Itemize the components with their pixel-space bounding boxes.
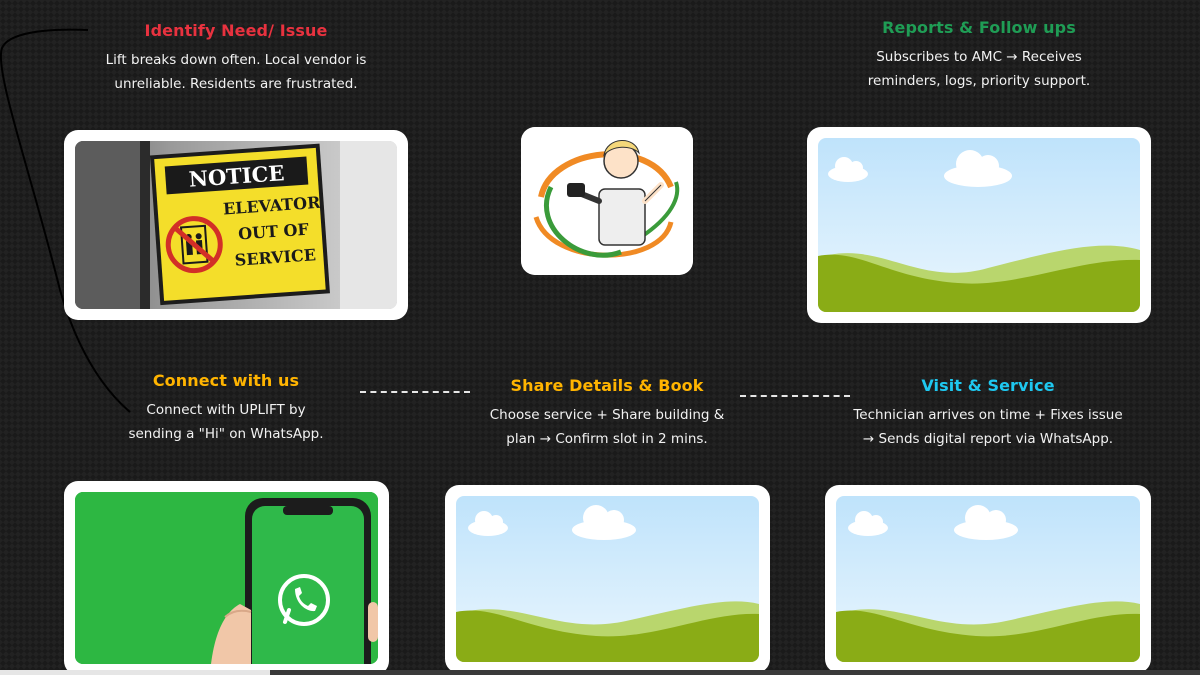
- step-reports-description: Subscribes to AMC → Receives reminders, …: [814, 45, 1144, 93]
- whatsapp-phone-image: [75, 492, 378, 664]
- step-identify-desc-line2: unreliable. Residents are frustrated.: [114, 76, 358, 92]
- step-connect-desc-line2: sending a "Hi" on WhatsApp.: [128, 426, 324, 442]
- share-details-placeholder-image-card: [445, 485, 770, 673]
- frustrated-person-illustration-card: [521, 127, 693, 275]
- elevator-notice-image: NOTICE ELEVATOR OUT OF SERVICE: [75, 141, 397, 309]
- step-reports-followups: Reports & Follow ups Subscribes to AMC →…: [814, 18, 1144, 93]
- step-connect-with-us: Connect with us Connect with UPLIFT by s…: [76, 371, 376, 446]
- step-identify-desc-line1: Lift breaks down often. Local vendor is: [105, 52, 367, 68]
- frustrated-person-illustration: [521, 127, 693, 275]
- reports-placeholder-image-card: [807, 127, 1151, 323]
- elevator-notice-image-card: NOTICE ELEVATOR OUT OF SERVICE: [64, 130, 408, 320]
- step-visit-service: Visit & Service Technician arrives on ti…: [828, 376, 1148, 451]
- step-connect-desc-line1: Connect with UPLIFT by: [146, 402, 306, 418]
- step-visit-desc-line2: → Sends digital report via WhatsApp.: [862, 431, 1114, 447]
- step-share-desc-line1: Choose service + Share building &: [489, 407, 725, 423]
- step-reports-title: Reports & Follow ups: [882, 18, 1076, 37]
- step-reports-desc-line1: Subscribes to AMC → Receives: [876, 49, 1082, 65]
- step-share-title: Share Details & Book: [510, 376, 704, 395]
- whatsapp-phone-image-card: [64, 481, 389, 675]
- step-visit-description: Technician arrives on time + Fixes issue…: [828, 403, 1148, 451]
- step-reports-desc-line2: reminders, logs, priority support.: [867, 73, 1091, 89]
- step-identify-need: Identify Need/ Issue Lift breaks down of…: [86, 21, 386, 96]
- landscape-placeholder-icon: [836, 496, 1140, 662]
- dashed-connector-left: [360, 391, 470, 393]
- step-identify-title: Identify Need/ Issue: [144, 21, 328, 40]
- landscape-placeholder-icon: [456, 496, 759, 662]
- visit-service-placeholder-image-card: [825, 485, 1151, 673]
- step-share-details-book: Share Details & Book Choose service + Sh…: [462, 376, 752, 451]
- step-visit-desc-line1: Technician arrives on time + Fixes issue: [853, 407, 1123, 423]
- step-connect-description: Connect with UPLIFT by sending a "Hi" on…: [76, 398, 376, 446]
- step-share-description: Choose service + Share building & plan →…: [462, 403, 752, 451]
- bottom-scroll-strip-dark: [270, 670, 1200, 675]
- step-connect-title: Connect with us: [152, 371, 300, 390]
- landscape-placeholder-icon: [818, 138, 1140, 312]
- step-share-desc-line2: plan → Confirm slot in 2 mins.: [506, 431, 708, 447]
- step-visit-title: Visit & Service: [921, 376, 1055, 395]
- step-identify-description: Lift breaks down often. Local vendor is …: [86, 48, 386, 96]
- bottom-scroll-strip: [0, 670, 270, 675]
